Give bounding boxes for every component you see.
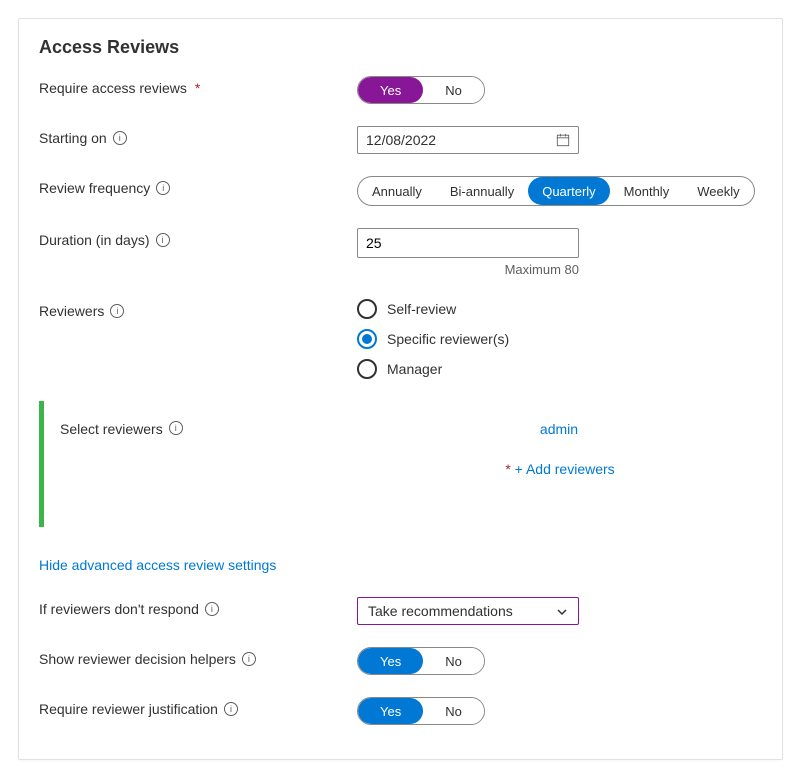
radio-icon	[357, 329, 377, 349]
info-icon[interactable]: i	[242, 652, 256, 666]
select-reviewers-label: Select reviewers i	[60, 421, 356, 477]
required-star: *	[505, 461, 510, 477]
radio-label: Manager	[387, 361, 442, 377]
if-no-respond-dropdown[interactable]: Take recommendations	[357, 597, 579, 625]
require-justification-no[interactable]: No	[423, 698, 484, 724]
dropdown-value: Take recommendations	[368, 603, 513, 619]
freq-quarterly[interactable]: Quarterly	[528, 177, 609, 205]
require-access-reviews-label: Require access reviews *	[39, 76, 357, 96]
duration-input[interactable]	[357, 228, 579, 258]
reviewers-radio-group: Self-review Specific reviewer(s) Manager	[357, 299, 509, 379]
row-starting-on: Starting on i 12/08/2022	[39, 126, 762, 154]
label-text: Select reviewers	[60, 421, 163, 437]
label-text: Starting on	[39, 130, 107, 146]
if-no-respond-label: If reviewers don't respond i	[39, 597, 357, 617]
label-text: Show reviewer decision helpers	[39, 651, 236, 667]
starting-on-label: Starting on i	[39, 126, 357, 146]
radio-icon	[357, 299, 377, 319]
label-text: Require access reviews	[39, 80, 187, 96]
row-review-frequency: Review frequency i Annually Bi-annually …	[39, 176, 762, 206]
require-access-reviews-yes[interactable]: Yes	[358, 77, 423, 103]
add-reviewers-link[interactable]: + Add reviewers	[515, 461, 615, 477]
info-icon[interactable]: i	[110, 304, 124, 318]
reviewers-label: Reviewers i	[39, 299, 357, 319]
access-reviews-panel: Access Reviews Require access reviews * …	[18, 18, 783, 760]
reviewer-manager[interactable]: Manager	[357, 359, 509, 379]
info-icon[interactable]: i	[205, 602, 219, 616]
decision-helpers-no[interactable]: No	[423, 648, 484, 674]
label-text: Require reviewer justification	[39, 701, 218, 717]
row-decision-helpers: Show reviewer decision helpers i Yes No	[39, 647, 762, 675]
info-icon[interactable]: i	[156, 181, 170, 195]
require-access-reviews-no[interactable]: No	[423, 77, 484, 103]
chevron-down-icon	[556, 605, 568, 617]
duration-label: Duration (in days) i	[39, 228, 357, 248]
label-text: Duration (in days)	[39, 232, 150, 248]
required-star: *	[195, 80, 200, 96]
info-icon[interactable]: i	[224, 702, 238, 716]
calendar-icon	[556, 133, 570, 147]
review-frequency-segmented[interactable]: Annually Bi-annually Quarterly Monthly W…	[357, 176, 755, 206]
freq-annually[interactable]: Annually	[358, 177, 436, 205]
require-justification-label: Require reviewer justification i	[39, 697, 357, 717]
starting-on-input[interactable]: 12/08/2022	[357, 126, 579, 154]
label-text: Reviewers	[39, 303, 104, 319]
reviewer-chip-admin[interactable]: admin	[540, 421, 578, 437]
freq-weekly[interactable]: Weekly	[683, 177, 753, 205]
radio-label: Self-review	[387, 301, 456, 317]
toggle-advanced-settings-link[interactable]: Hide advanced access review settings	[39, 557, 276, 573]
label-text: If reviewers don't respond	[39, 601, 199, 617]
info-icon[interactable]: i	[113, 131, 127, 145]
label-text: Review frequency	[39, 180, 150, 196]
freq-bi-annually[interactable]: Bi-annually	[436, 177, 528, 205]
radio-label: Specific reviewer(s)	[387, 331, 509, 347]
reviewer-specific[interactable]: Specific reviewer(s)	[357, 329, 509, 349]
row-if-no-respond: If reviewers don't respond i Take recomm…	[39, 597, 762, 625]
require-justification-toggle[interactable]: Yes No	[357, 697, 485, 725]
info-icon[interactable]: i	[169, 421, 183, 435]
row-require-access-reviews: Require access reviews * Yes No	[39, 76, 762, 104]
select-reviewers-block: Select reviewers i admin * + Add reviewe…	[39, 401, 762, 527]
require-access-reviews-toggle[interactable]: Yes No	[357, 76, 485, 104]
starting-on-value: 12/08/2022	[366, 132, 436, 148]
reviewer-self-review[interactable]: Self-review	[357, 299, 509, 319]
page-title: Access Reviews	[39, 37, 762, 58]
row-reviewers: Reviewers i Self-review Specific reviewe…	[39, 299, 762, 379]
decision-helpers-label: Show reviewer decision helpers i	[39, 647, 357, 667]
row-require-justification: Require reviewer justification i Yes No	[39, 697, 762, 725]
review-frequency-label: Review frequency i	[39, 176, 357, 196]
decision-helpers-toggle[interactable]: Yes No	[357, 647, 485, 675]
info-icon[interactable]: i	[156, 233, 170, 247]
freq-monthly[interactable]: Monthly	[610, 177, 684, 205]
duration-hint: Maximum 80	[357, 262, 579, 277]
row-duration: Duration (in days) i Maximum 80	[39, 228, 762, 277]
require-justification-yes[interactable]: Yes	[358, 698, 423, 724]
decision-helpers-yes[interactable]: Yes	[358, 648, 423, 674]
radio-icon	[357, 359, 377, 379]
